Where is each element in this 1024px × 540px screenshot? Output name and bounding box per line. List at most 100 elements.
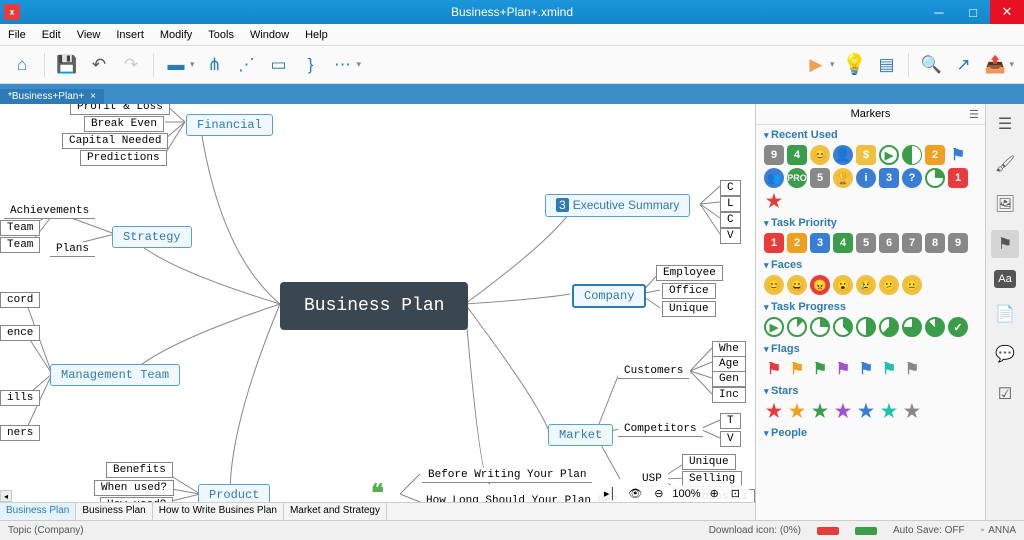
menu-view[interactable]: View: [69, 29, 109, 41]
branch-market[interactable]: Market: [548, 424, 613, 446]
priority-5[interactable]: 5: [856, 233, 876, 253]
boundary-button[interactable]: ▭: [265, 51, 293, 79]
menu-file[interactable]: File: [0, 29, 34, 41]
node-profit-loss[interactable]: Profit & Loss: [70, 104, 170, 115]
node-before1[interactable]: Before Writing Your Plan: [422, 468, 592, 483]
marker-info[interactable]: i: [856, 168, 876, 188]
node-age[interactable]: Age: [712, 356, 746, 372]
node-benefits[interactable]: Benefits: [106, 462, 173, 478]
sheet-tab-3[interactable]: How to Write Busines Plan: [153, 503, 284, 520]
menu-insert[interactable]: Insert: [108, 29, 152, 41]
priority-2[interactable]: 2: [787, 233, 807, 253]
star-purple[interactable]: ★: [833, 401, 853, 421]
redo-button[interactable]: ↷: [117, 51, 145, 79]
node-ex-v[interactable]: V: [720, 228, 741, 244]
flag-orange[interactable]: ⚑: [787, 359, 807, 379]
scroll-left-button[interactable]: ◂: [0, 490, 12, 502]
progress-6[interactable]: [902, 317, 922, 337]
marker-5g[interactable]: 5: [810, 168, 830, 188]
node-ex-l[interactable]: L: [720, 196, 741, 212]
flag-gray[interactable]: ⚑: [902, 359, 922, 379]
section-recent[interactable]: Recent Used: [764, 129, 977, 141]
branch-company[interactable]: Company: [572, 284, 646, 308]
face-laugh[interactable]: 😄: [787, 275, 807, 295]
priority-7[interactable]: 7: [902, 233, 922, 253]
tab-close-icon[interactable]: ×: [90, 91, 96, 102]
zoom-out-button[interactable]: ⊖: [651, 487, 666, 500]
gantt-button[interactable]: ▤: [872, 51, 900, 79]
star-orange[interactable]: ★: [787, 401, 807, 421]
node-achievements[interactable]: Achievements: [4, 204, 95, 219]
marker-dollar[interactable]: $: [856, 145, 876, 165]
progress-done[interactable]: ✓: [948, 317, 968, 337]
presentation-button[interactable]: ▶: [802, 51, 830, 79]
search-button[interactable]: 🔍: [917, 51, 945, 79]
flag-teal[interactable]: ⚑: [879, 359, 899, 379]
marker-smile[interactable]: 😊: [810, 145, 830, 165]
node-ills[interactable]: ills: [0, 390, 40, 406]
home-button[interactable]: ⌂: [8, 51, 36, 79]
menu-modify[interactable]: Modify: [152, 29, 200, 41]
menu-edit[interactable]: Edit: [34, 29, 69, 41]
node-u1[interactable]: Unique: [682, 454, 736, 470]
node-capital[interactable]: Capital Needed: [62, 133, 168, 149]
branch-exec[interactable]: 3Executive Summary: [545, 194, 690, 217]
undo-button[interactable]: ↶: [85, 51, 113, 79]
star-green[interactable]: ★: [810, 401, 830, 421]
status-autosave[interactable]: Auto Save: OFF: [893, 525, 965, 536]
marker-flag-blue[interactable]: ⚑: [948, 145, 968, 165]
node-inc[interactable]: Inc: [712, 387, 746, 403]
section-faces[interactable]: Faces: [764, 259, 977, 271]
priority-4[interactable]: 4: [833, 233, 853, 253]
node-ex-c1[interactable]: C: [720, 180, 741, 196]
image-tab[interactable]: 🖼: [991, 190, 1019, 218]
face-surprised[interactable]: 😮: [833, 275, 853, 295]
marker-people[interactable]: 👥: [764, 168, 784, 188]
marker-quarter[interactable]: [925, 168, 945, 188]
node-ex-c2[interactable]: C: [720, 212, 741, 228]
priority-1[interactable]: 1: [764, 233, 784, 253]
export-button[interactable]: 📤: [981, 51, 1009, 79]
sheet-tab-2[interactable]: Business Plan: [76, 503, 152, 520]
sheet-tab-4[interactable]: Market and Strategy: [284, 503, 387, 520]
flag-green[interactable]: ⚑: [810, 359, 830, 379]
view-mode-toggle[interactable]: ▸│: [601, 487, 619, 500]
marker-3b[interactable]: 3: [879, 168, 899, 188]
topic-button[interactable]: ▬: [162, 51, 190, 79]
marker-star-red[interactable]: ★: [764, 191, 784, 211]
document-tab[interactable]: *Business+Plan+ ×: [0, 89, 104, 104]
minimize-button[interactable]: ─: [922, 0, 956, 24]
face-neutral[interactable]: 😐: [902, 275, 922, 295]
markers-tab[interactable]: ⚑: [991, 230, 1019, 258]
node-employee[interactable]: Employee: [656, 265, 723, 281]
task-tab[interactable]: ☑: [991, 380, 1019, 408]
flag-red[interactable]: ⚑: [764, 359, 784, 379]
section-flags[interactable]: Flags: [764, 343, 977, 355]
node-customers[interactable]: Customers: [618, 364, 689, 379]
horizontal-scrollbar[interactable]: ◂: [0, 490, 645, 502]
section-priority[interactable]: Task Priority: [764, 217, 977, 229]
sheet-tab-1[interactable]: Business Plan: [0, 503, 76, 520]
zoom-in-button[interactable]: ⊕: [707, 487, 722, 500]
format-tab[interactable]: 🖌: [991, 150, 1019, 178]
section-people[interactable]: People: [764, 427, 977, 439]
priority-8[interactable]: 8: [925, 233, 945, 253]
star-teal[interactable]: ★: [879, 401, 899, 421]
subtopic-button[interactable]: ⋔: [201, 51, 229, 79]
node-competitors[interactable]: Competitors: [618, 422, 703, 437]
menu-help[interactable]: Help: [297, 29, 336, 41]
priority-3[interactable]: 3: [810, 233, 830, 253]
central-topic[interactable]: Business Plan: [280, 282, 468, 330]
branch-financial[interactable]: Financial: [186, 114, 273, 136]
marker-4[interactable]: 4: [787, 145, 807, 165]
face-confused[interactable]: 😕: [879, 275, 899, 295]
node-plans[interactable]: Plans: [50, 242, 95, 257]
markers-menu-icon[interactable]: ☰: [969, 108, 979, 121]
more-button[interactable]: ⋯: [329, 51, 357, 79]
face-angry[interactable]: 😠: [810, 275, 830, 295]
node-co1[interactable]: T: [720, 413, 741, 429]
node-predictions[interactable]: Predictions: [80, 150, 167, 166]
star-red[interactable]: ★: [764, 401, 784, 421]
summary-button[interactable]: }: [297, 51, 325, 79]
marker-trophy[interactable]: 🏆: [833, 168, 853, 188]
